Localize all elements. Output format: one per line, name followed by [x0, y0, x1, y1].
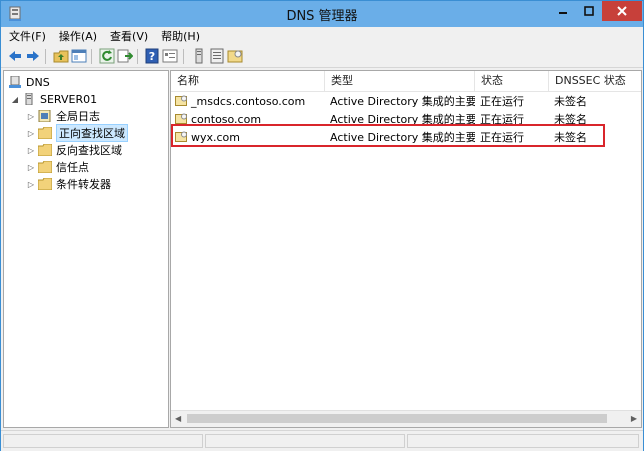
- list-item[interactable]: contoso.com Active Directory 集成的主要... 正在…: [171, 111, 641, 129]
- tree-node-server01[interactable]: ◢ SERVER01: [10, 91, 97, 107]
- zone-name: contoso.com: [191, 113, 262, 126]
- dns-manager-window: DNS 管理器 文件(F) 操作(A) 查看(V) 帮助(H) ? DNS ◢ …: [0, 0, 644, 451]
- export-icon[interactable]: [117, 48, 133, 64]
- minimize-icon: [559, 12, 567, 14]
- horizontal-scrollbar[interactable]: ◀ ▶: [171, 410, 641, 427]
- refresh-icon[interactable]: [99, 48, 115, 64]
- close-button[interactable]: [602, 1, 642, 21]
- record-icon[interactable]: [209, 48, 225, 64]
- menu-action[interactable]: 操作(A): [54, 28, 102, 44]
- zone-type: Active Directory 集成的主要...: [330, 95, 475, 108]
- minimize-button[interactable]: [550, 1, 576, 21]
- up-folder-icon[interactable]: [53, 48, 69, 64]
- show-tree-icon[interactable]: [71, 48, 87, 64]
- zone-dnssec-status: 未签名: [554, 95, 587, 108]
- toolbar-separator: [137, 49, 138, 64]
- zone-icon: [175, 95, 187, 106]
- zone-name-cell: _msdcs.contoso.com: [175, 93, 325, 111]
- folder-icon: [38, 127, 52, 139]
- tree-label-reverse-lookup-zones: 反向查找区域: [56, 144, 122, 157]
- tree-node-reverse-lookup-zones[interactable]: ▷ 反向查找区域: [26, 142, 122, 158]
- zone-name-cell: wyx.com: [175, 129, 325, 147]
- tree-label-trust-points: 信任点: [56, 161, 89, 174]
- content-area: DNS ◢ SERVER01 ▷ 全局日志 ▷ 正向查找区域 ▷ 反向查找区域 …: [1, 68, 643, 430]
- zone-icon[interactable]: [227, 48, 243, 64]
- collapse-arrow-icon[interactable]: ▷: [26, 163, 36, 172]
- svg-text:?: ?: [149, 50, 155, 63]
- menu-bar: 文件(F) 操作(A) 查看(V) 帮助(H): [1, 27, 643, 45]
- collapse-arrow-icon[interactable]: ▷: [26, 112, 36, 121]
- collapse-arrow-icon[interactable]: ▷: [26, 180, 36, 189]
- maximize-icon: [584, 6, 594, 16]
- forward-icon[interactable]: [25, 48, 41, 64]
- zone-name-cell: contoso.com: [175, 111, 325, 129]
- properties-icon[interactable]: [162, 48, 178, 64]
- zone-type: Active Directory 集成的主要...: [330, 113, 475, 126]
- toolbar-separator: [45, 49, 46, 64]
- help-icon[interactable]: ?: [144, 48, 160, 64]
- status-bar: [1, 430, 643, 451]
- menu-view[interactable]: 查看(V): [105, 28, 153, 44]
- server-icon: [25, 93, 33, 105]
- tree-label-global-log: 全局日志: [56, 110, 100, 123]
- zone-status: 正在运行: [480, 95, 524, 108]
- close-icon: [617, 6, 627, 16]
- list-item[interactable]: wyx.com Active Directory 集成的主要... 正在运行 未…: [171, 129, 641, 147]
- column-header-name[interactable]: 名称: [171, 71, 325, 91]
- folder-icon: [38, 161, 52, 173]
- window-title: DNS 管理器: [286, 9, 358, 24]
- collapse-arrow-icon[interactable]: ▷: [26, 146, 36, 155]
- console-tree[interactable]: DNS ◢ SERVER01 ▷ 全局日志 ▷ 正向查找区域 ▷ 反向查找区域 …: [3, 70, 169, 428]
- tree-label-dns: DNS: [26, 75, 50, 89]
- dns-icon: [9, 76, 21, 88]
- server-icon[interactable]: [191, 48, 207, 64]
- tree-node-trust-points[interactable]: ▷ 信任点: [26, 159, 89, 175]
- scrollbar-thumb[interactable]: [187, 414, 607, 423]
- maximize-button[interactable]: [576, 1, 602, 21]
- zone-icon: [175, 113, 187, 124]
- tree-node-dns[interactable]: DNS: [6, 74, 50, 90]
- menu-help[interactable]: 帮助(H): [156, 28, 205, 44]
- folder-icon: [38, 178, 52, 190]
- log-icon: [38, 110, 51, 122]
- expand-arrow-icon[interactable]: ◢: [10, 95, 20, 104]
- zone-dnssec-status: 未签名: [554, 131, 587, 144]
- tree-node-conditional-forwarders[interactable]: ▷ 条件转发器: [26, 176, 111, 192]
- scroll-right-icon[interactable]: ▶: [631, 414, 637, 423]
- tree-label-conditional-forwarders: 条件转发器: [56, 178, 111, 191]
- title-bar[interactable]: DNS 管理器: [1, 1, 643, 27]
- zone-name: wyx.com: [191, 131, 241, 144]
- column-header-type[interactable]: 类型: [325, 71, 475, 91]
- toolbar-separator: [91, 49, 92, 64]
- collapse-arrow-icon[interactable]: ▷: [26, 129, 36, 138]
- zone-type: Active Directory 集成的主要...: [330, 131, 475, 144]
- tree-label-server01: SERVER01: [40, 92, 98, 106]
- column-header-dnssec[interactable]: DNSSEC 状态: [549, 71, 641, 91]
- zone-dnssec-status: 未签名: [554, 113, 587, 126]
- status-pane: [205, 434, 405, 448]
- folder-icon: [38, 144, 52, 156]
- list-header: 名称 类型 状态 DNSSEC 状态: [171, 71, 641, 92]
- zone-name: _msdcs.contoso.com: [191, 95, 306, 108]
- zone-list[interactable]: 名称 类型 状态 DNSSEC 状态 _msdcs.contoso.com Ac…: [170, 70, 642, 428]
- zone-status: 正在运行: [480, 113, 524, 126]
- zone-icon: [175, 131, 187, 142]
- toolbar: ?: [1, 45, 643, 68]
- menu-file[interactable]: 文件(F): [4, 28, 51, 44]
- column-header-status[interactable]: 状态: [475, 71, 549, 91]
- tree-node-global-log[interactable]: ▷ 全局日志: [26, 108, 100, 124]
- status-pane: [407, 434, 639, 448]
- tree-node-forward-lookup-zones[interactable]: ▷ 正向查找区域: [26, 124, 128, 142]
- toolbar-separator: [183, 49, 184, 64]
- list-item[interactable]: _msdcs.contoso.com Active Directory 集成的主…: [171, 93, 641, 111]
- tree-label-forward-lookup-zones: 正向查找区域: [56, 124, 128, 142]
- back-icon[interactable]: [7, 48, 23, 64]
- zone-status: 正在运行: [480, 131, 524, 144]
- status-pane: [3, 434, 203, 448]
- scroll-left-icon[interactable]: ◀: [175, 414, 181, 423]
